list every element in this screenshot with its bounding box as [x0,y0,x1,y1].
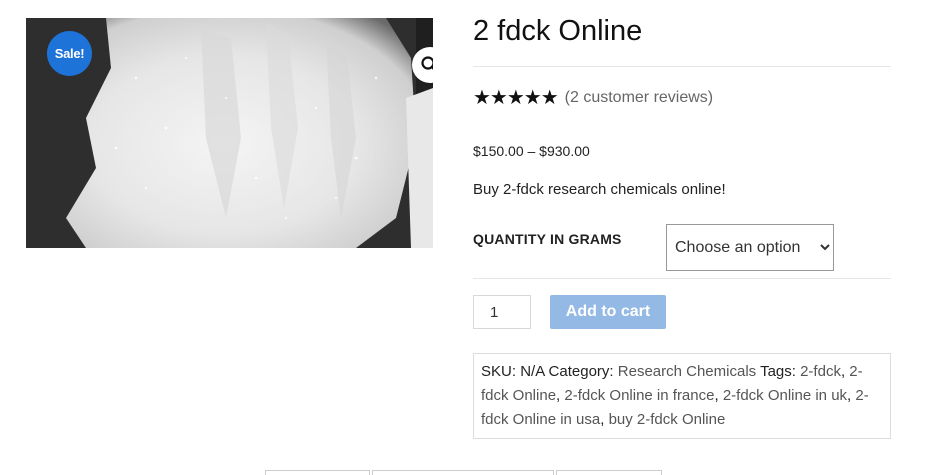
sku-label: SKU: [481,363,517,380]
tags-label: Tags: [760,363,796,380]
sale-badge: Sale! [47,31,92,76]
tag-link[interactable]: 2-fdck Online in uk [723,387,847,404]
tag-link[interactable]: 2-fdck [800,363,841,380]
category-label: Category: [548,363,614,380]
title-divider [473,66,891,67]
product-gallery: Sale! [26,18,433,248]
magnifier-icon [421,56,433,70]
product-meta: SKU: N/A Category: Research Chemicals Ta… [473,353,891,439]
category-link[interactable]: Research Chemicals [618,363,756,380]
short-description: Buy 2-fdck research chemicals online! [473,181,726,198]
tag-link[interactable]: buy 2-fdck Online [609,411,726,428]
quantity-variation-select[interactable]: Choose an option [666,224,834,271]
variation-label: QUANTITY IN GRAMS [473,231,622,247]
product-rating: ★★★★★ (2 customer reviews) [473,88,713,108]
sku-value: N/A [520,363,545,380]
variation-divider [473,278,891,279]
reviews-link[interactable]: (2 customer reviews) [565,89,713,107]
add-to-cart-button[interactable]: Add to cart [550,295,666,329]
tag-link[interactable]: 2-fdck Online in france [564,387,714,404]
star-rating-icon: ★★★★★ [473,87,559,109]
product-title: 2 fdck Online [473,15,643,47]
quantity-input[interactable] [473,295,531,329]
price-range: $150.00 – $930.00 [473,143,590,159]
